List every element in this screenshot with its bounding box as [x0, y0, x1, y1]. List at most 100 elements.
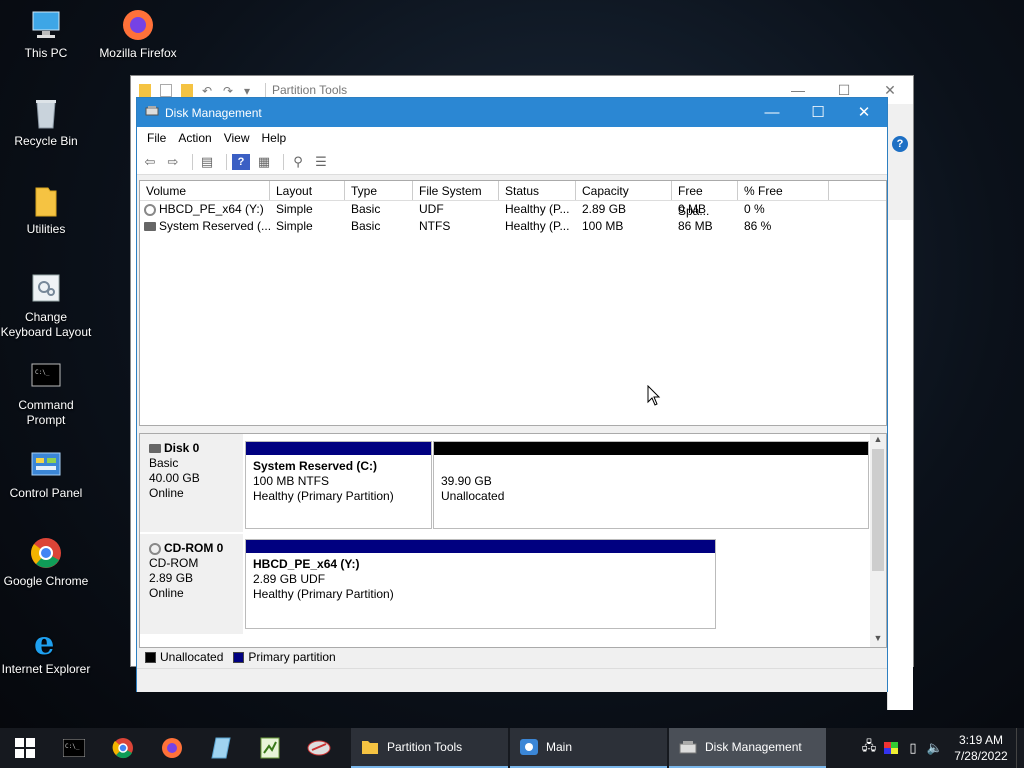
partition-system-reserved[interactable]: System Reserved (C:) 100 MB NTFS Healthy… — [245, 441, 432, 529]
column-header-type[interactable]: Type — [345, 181, 413, 200]
usb-drive-icon[interactable]: ▯ — [902, 728, 924, 768]
disk-management-icon — [145, 104, 159, 121]
legend-label-unallocated: Unallocated — [160, 650, 224, 664]
desktop-icon-utilities[interactable]: Utilities — [0, 184, 92, 237]
side-pane — [887, 220, 913, 710]
taskbar-app-label: Main — [546, 740, 573, 754]
this-pc-icon — [28, 8, 64, 42]
folder-icon — [139, 83, 151, 97]
volume-capacity: 2.89 GB — [582, 202, 627, 216]
column-header-status[interactable]: Status — [499, 181, 576, 200]
minimize-button[interactable]: — — [749, 98, 795, 127]
partition-unallocated[interactable]: 39.90 GB Unallocated — [433, 441, 869, 529]
table-row[interactable]: System Reserved (... Simple Basic NTFS H… — [140, 218, 886, 235]
desktop-icon-keyboard-layout[interactable]: Change Keyboard Layout — [0, 272, 92, 340]
recycle-bin-icon — [28, 96, 64, 130]
taskbar-spreadsheet[interactable] — [245, 728, 294, 768]
toolbar-separator — [283, 153, 284, 170]
folder-icon — [362, 741, 378, 754]
disk-label[interactable]: Disk 0 Basic 40.00 GB Online — [140, 434, 243, 532]
desktop-icon-command-prompt[interactable]: C:\_ Command Prompt — [0, 360, 92, 428]
taskbar-notepad[interactable] — [196, 728, 245, 768]
table-row[interactable]: HBCD_PE_x64 (Y:) Simple Basic UDF Health… — [140, 201, 886, 218]
column-header-percent-free[interactable]: % Free — [738, 181, 829, 200]
help-icon[interactable]: ? — [892, 136, 908, 152]
menu-file[interactable]: File — [141, 131, 172, 145]
disk-label[interactable]: CD-ROM 0 CD-ROM 2.89 GB Online — [140, 534, 243, 634]
taskbar-command-prompt[interactable]: C:\_ — [49, 728, 98, 768]
volume-status: Healthy (P... — [505, 202, 570, 216]
taskbar-tool[interactable] — [294, 728, 343, 768]
column-header-free-space[interactable]: Free Spa... — [672, 181, 738, 218]
connect-disk-icon[interactable]: ⚲ — [289, 154, 307, 170]
taskbar-firefox[interactable] — [147, 728, 196, 768]
partition-color-bar — [434, 442, 868, 455]
display-color-icon[interactable] — [880, 728, 902, 768]
disk-kind: Basic — [149, 456, 179, 470]
partition-hbcd[interactable]: HBCD_PE_x64 (Y:) 2.89 GB UDF Healthy (Pr… — [245, 539, 716, 629]
partition-status: Healthy (Primary Partition) — [253, 587, 394, 601]
column-header-volume[interactable]: Volume — [140, 181, 270, 200]
chevron-down-icon: ▾ — [244, 83, 251, 98]
desktop-icon-internet-explorer[interactable]: e Internet Explorer — [0, 624, 92, 677]
desktop-icon-recycle-bin[interactable]: Recycle Bin — [0, 96, 92, 149]
partition-size: 39.90 GB — [441, 474, 492, 488]
toolbar-separator — [226, 153, 227, 170]
taskbar-app-partition-tools[interactable]: Partition Tools — [351, 728, 508, 768]
show-hide-console-tree-icon[interactable]: ▤ — [198, 154, 216, 170]
properties-icon — [160, 83, 172, 97]
close-button[interactable]: ✕ — [841, 98, 887, 127]
desktop-icon-chrome[interactable]: Google Chrome — [0, 536, 92, 589]
desktop-icon-label: Command Prompt — [18, 398, 74, 427]
scroll-down-icon[interactable]: ▼ — [870, 633, 886, 647]
menu-bar: File Action View Help — [137, 127, 887, 149]
help-book-icon[interactable]: ? — [232, 153, 250, 170]
network-icon[interactable]: 🖧 — [858, 728, 880, 768]
desktop-icon-this-pc[interactable]: This PC — [0, 8, 92, 61]
scissors-tool-icon — [307, 740, 330, 756]
command-prompt-icon: C:\_ — [62, 739, 85, 757]
cd-drive-icon — [144, 203, 156, 216]
legend: Unallocated Primary partition — [139, 648, 887, 666]
taskbar-app-main[interactable]: Main — [510, 728, 667, 768]
maximize-button[interactable]: ☐ — [795, 98, 841, 127]
show-desktop-button[interactable] — [1016, 728, 1024, 768]
keyboard-layout-icon — [28, 272, 64, 306]
forward-arrow-icon[interactable]: ⇨ — [164, 154, 182, 170]
desktop-icon-label: Control Panel — [9, 486, 83, 500]
new-folder-icon — [181, 83, 193, 97]
back-arrow-icon[interactable]: ⇦ — [141, 154, 159, 170]
taskbar-app-disk-management[interactable]: Disk Management — [669, 728, 826, 768]
svg-text:C:\_: C:\_ — [35, 369, 50, 376]
scroll-thumb[interactable] — [872, 449, 884, 571]
properties-list-icon[interactable]: ☰ — [312, 154, 330, 170]
taskbar: C:\_ Partition Tools Main Disk Managemen… — [0, 728, 1024, 768]
firefox-icon — [120, 8, 156, 42]
volume-muted-icon[interactable]: 🔈 — [924, 728, 946, 768]
disk-row: CD-ROM 0 CD-ROM 2.89 GB Online HBCD_PE_x… — [140, 534, 872, 634]
volume-name: HBCD_PE_x64 (Y:) — [159, 202, 264, 216]
start-button[interactable] — [0, 728, 49, 768]
status-bar — [137, 668, 887, 692]
vertical-scrollbar[interactable]: ▲ ▼ — [870, 434, 886, 647]
main-app-icon — [520, 739, 538, 755]
scroll-up-icon[interactable]: ▲ — [870, 434, 886, 448]
clock[interactable]: 3:19 AM 7/28/2022 — [946, 732, 1016, 764]
desktop-icon-label: Internet Explorer — [1, 662, 91, 676]
toolbar-separator — [192, 153, 193, 170]
ribbon-side: ? — [887, 104, 913, 220]
desktop-icon-control-panel[interactable]: Control Panel — [0, 448, 92, 501]
internet-explorer-icon: e — [28, 624, 64, 662]
taskbar-app-label: Partition Tools — [387, 740, 463, 754]
column-header-layout[interactable]: Layout — [270, 181, 345, 200]
disk-management-window[interactable]: Disk Management — ☐ ✕ File Action View H… — [136, 97, 888, 692]
taskbar-chrome[interactable] — [98, 728, 147, 768]
column-header-capacity[interactable]: Capacity — [576, 181, 672, 200]
show-action-pane-icon[interactable]: ▦ — [255, 154, 273, 170]
menu-help[interactable]: Help — [256, 131, 293, 145]
desktop-icon-firefox[interactable]: Mozilla Firefox — [92, 8, 184, 61]
toolbar: ⇦ ⇨ ▤ ? ▦ ⚲ ☰ — [137, 149, 887, 175]
menu-action[interactable]: Action — [172, 131, 217, 145]
column-header-file-system[interactable]: File System — [413, 181, 499, 200]
menu-view[interactable]: View — [218, 131, 256, 145]
